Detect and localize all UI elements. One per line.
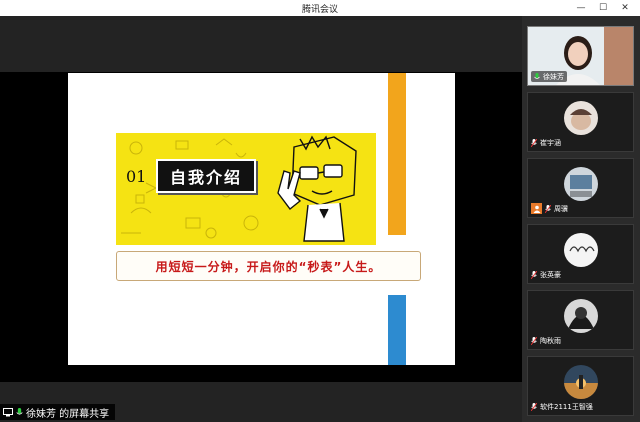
cartoon-character-illustration: [277, 135, 357, 242]
minimize-button[interactable]: —: [570, 0, 592, 16]
participant-tile[interactable]: 软件2111王智强: [527, 356, 634, 416]
participant-tile[interactable]: 徐妹芳: [527, 26, 634, 86]
participant-avatar: [564, 299, 598, 333]
close-button[interactable]: ✕: [614, 0, 636, 16]
participant-tile[interactable]: 张英豪: [527, 224, 634, 284]
screen-share-indicator[interactable]: 徐妹芳 的屏幕共享: [0, 404, 116, 420]
participant-name: 张英豪: [540, 270, 561, 279]
window-titlebar: 腾讯会议 — ☐ ✕: [0, 0, 640, 16]
participant-name: 崔宇涵: [540, 138, 561, 147]
participant-avatar: [564, 233, 598, 267]
camera-off-icon: [531, 203, 542, 214]
participant-name-row: 软件2111王智强: [531, 401, 593, 412]
microphone-icon: [534, 72, 540, 79]
microphone-icon: [545, 204, 551, 213]
slide-number: 01: [126, 167, 147, 186]
participant-name-row: 周骥: [531, 203, 568, 214]
participant-name: 陶秋雨: [540, 336, 561, 345]
participant-tile[interactable]: 陶秋雨: [527, 290, 634, 350]
participant-name-row: 张英豪: [531, 269, 561, 280]
slide-slogan: 用短短一分钟，开启你的“秒表”人生。: [116, 251, 421, 281]
screen-share-label: 徐妹芳 的屏幕共享: [26, 408, 110, 420]
microphone-icon: [531, 270, 537, 279]
participant-name: 徐妹芳: [543, 72, 564, 81]
participant-tile[interactable]: 崔宇涵: [527, 92, 634, 152]
participant-avatar: [564, 101, 598, 135]
microphone-icon: [531, 336, 537, 345]
participant-name: 软件2111王智强: [540, 402, 593, 411]
participant-name-row: 徐妹芳: [531, 71, 567, 82]
participant-avatar: [564, 167, 598, 201]
participant-name-row: 陶秋雨: [531, 335, 561, 346]
screen-share-icon: [3, 407, 13, 416]
participant-sidebar[interactable]: 徐妹芳 崔宇涵 周骥 张英豪 陶秋雨 软件2111王智强: [522, 16, 640, 422]
microphone-icon: [531, 138, 537, 147]
participant-name: 周骥: [554, 204, 568, 213]
window-controls: — ☐ ✕: [570, 0, 636, 16]
window-title: 腾讯会议: [301, 5, 338, 15]
slide-orange-bar: [388, 73, 406, 235]
slide-banner: 01 自我介绍: [116, 133, 376, 245]
maximize-button[interactable]: ☐: [592, 0, 614, 16]
presentation-slide: 01 自我介绍 用短短一分钟，开启你的“秒表”人生。: [68, 73, 455, 365]
slide-heading: 自我介绍: [156, 159, 256, 193]
participant-name-row: 崔宇涵: [531, 137, 561, 148]
slide-blue-bar: [388, 295, 406, 365]
microphone-icon: [531, 402, 537, 411]
participant-avatar: [564, 365, 598, 399]
participant-tile[interactable]: 周骥: [527, 158, 634, 218]
microphone-icon: [16, 407, 23, 415]
